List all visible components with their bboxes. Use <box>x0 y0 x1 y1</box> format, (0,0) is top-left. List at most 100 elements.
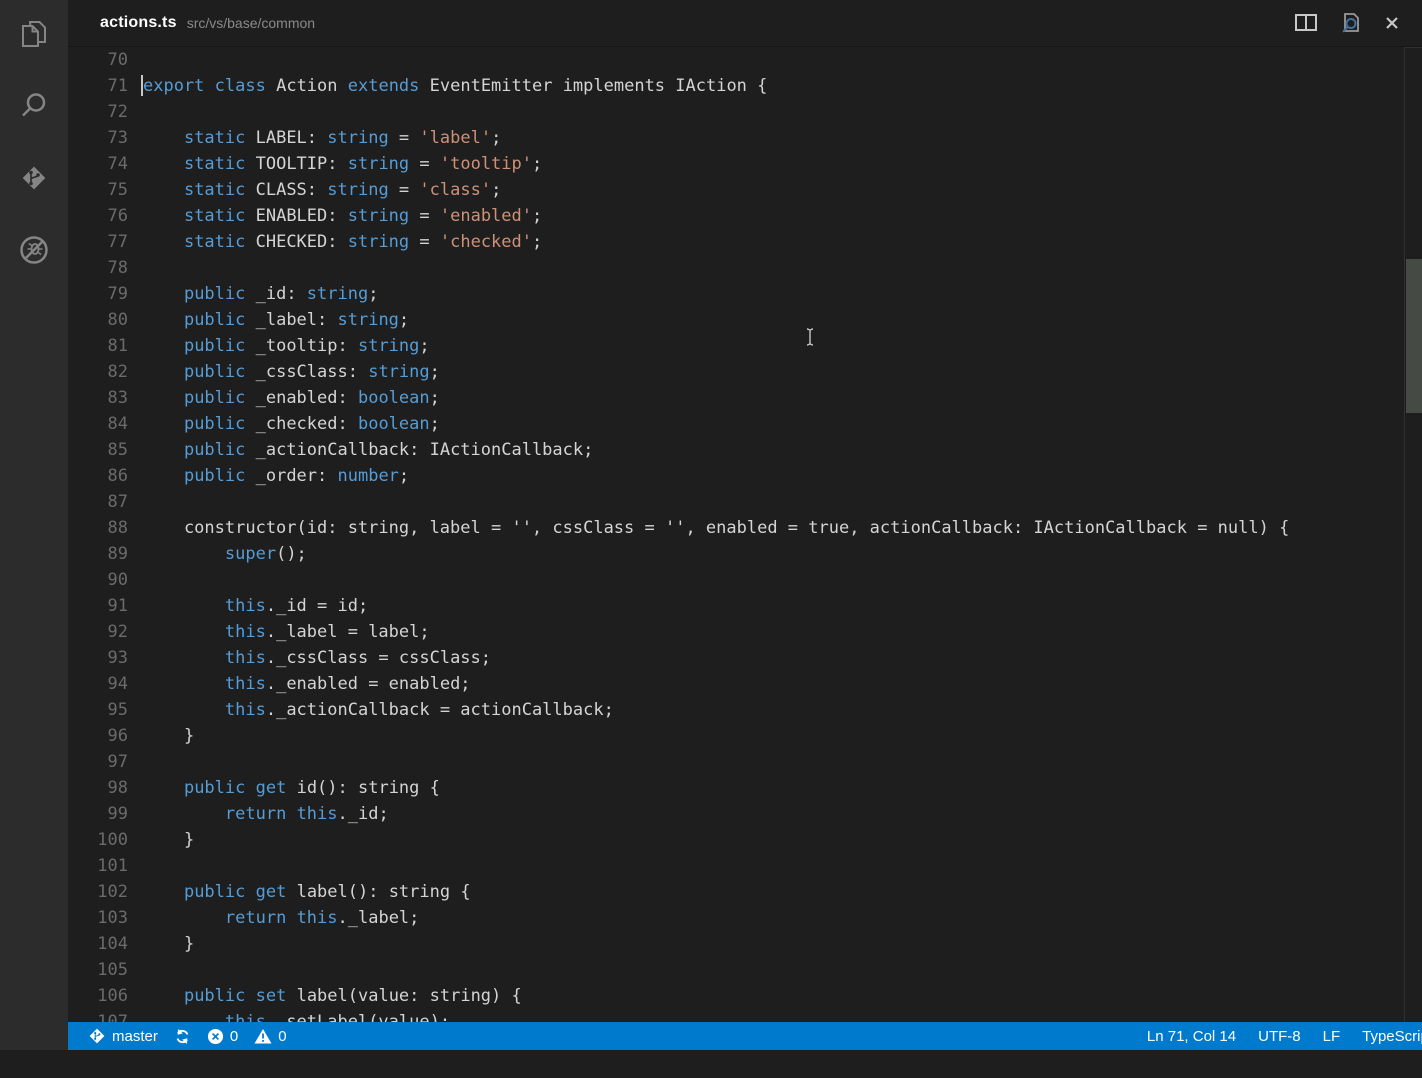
code-line[interactable]: 94 this._enabled = enabled; <box>68 671 1422 697</box>
git-icon <box>17 161 51 200</box>
line-number[interactable]: 79 <box>68 281 128 307</box>
errors-status[interactable]: 0 <box>207 1028 238 1045</box>
code-line[interactable]: 73 static LABEL: string = 'label'; <box>68 125 1422 151</box>
code-line[interactable]: 81 public _tooltip: string; <box>68 333 1422 359</box>
code-line[interactable]: 88 constructor(id: string, label = '', c… <box>68 515 1422 541</box>
line-number[interactable]: 77 <box>68 229 128 255</box>
code-line[interactable]: 79 public _id: string; <box>68 281 1422 307</box>
code-line[interactable]: 91 this._id = id; <box>68 593 1422 619</box>
code-line[interactable]: 74 static TOOLTIP: string = 'tooltip'; <box>68 151 1422 177</box>
close-icon[interactable] <box>1382 13 1402 33</box>
line-number[interactable]: 101 <box>68 853 128 879</box>
code-line[interactable]: 80 public _label: string; <box>68 307 1422 333</box>
line-number[interactable]: 82 <box>68 359 128 385</box>
open-preview-icon[interactable] <box>1338 11 1362 35</box>
code-line[interactable]: 96 } <box>68 723 1422 749</box>
code-line[interactable]: 78 <box>68 255 1422 281</box>
line-number[interactable]: 89 <box>68 541 128 567</box>
code-line[interactable]: 102 public get label(): string { <box>68 879 1422 905</box>
code-line[interactable]: 98 public get id(): string { <box>68 775 1422 801</box>
code-line[interactable]: 101 <box>68 853 1422 879</box>
line-number[interactable]: 78 <box>68 255 128 281</box>
code-line[interactable]: 99 return this._id; <box>68 801 1422 827</box>
line-number[interactable]: 80 <box>68 307 128 333</box>
warnings-status[interactable]: 0 <box>254 1028 286 1045</box>
line-content: return this._label; <box>143 905 419 931</box>
line-number[interactable]: 84 <box>68 411 128 437</box>
code-line[interactable]: 75 static CLASS: string = 'class'; <box>68 177 1422 203</box>
code-line[interactable]: 86 public _order: number; <box>68 463 1422 489</box>
eol-status[interactable]: LF <box>1323 1028 1341 1045</box>
line-number[interactable]: 96 <box>68 723 128 749</box>
scrollbar-thumb[interactable] <box>1406 259 1422 413</box>
activity-item-explorer[interactable] <box>0 0 68 72</box>
code-line[interactable]: 82 public _cssClass: string; <box>68 359 1422 385</box>
line-number[interactable]: 70 <box>68 47 128 73</box>
git-branch-status[interactable]: master <box>88 1027 158 1045</box>
line-number[interactable]: 85 <box>68 437 128 463</box>
code-line[interactable]: 72 <box>68 99 1422 125</box>
debug-icon <box>17 233 51 272</box>
code-line[interactable]: 106 public set label(value: string) { <box>68 983 1422 1009</box>
split-editor-icon[interactable] <box>1294 11 1318 35</box>
cursor-position-status[interactable]: Ln 71, Col 14 <box>1147 1028 1236 1045</box>
code-line[interactable]: 85 public _actionCallback: IActionCallba… <box>68 437 1422 463</box>
line-number[interactable]: 83 <box>68 385 128 411</box>
language-mode-status[interactable]: TypeScript <box>1362 1028 1422 1045</box>
code-line[interactable]: 103 return this._label; <box>68 905 1422 931</box>
activity-item-git[interactable] <box>0 144 68 216</box>
code-line[interactable]: 71export class Action extends EventEmitt… <box>68 73 1422 99</box>
line-number[interactable]: 74 <box>68 151 128 177</box>
line-number[interactable]: 94 <box>68 671 128 697</box>
line-content: public _id: string; <box>143 281 378 307</box>
code-line[interactable]: 104 } <box>68 931 1422 957</box>
code-line[interactable]: 83 public _enabled: boolean; <box>68 385 1422 411</box>
line-number[interactable]: 97 <box>68 749 128 775</box>
activity-item-search[interactable] <box>0 72 68 144</box>
code-line[interactable]: 105 <box>68 957 1422 983</box>
line-number[interactable]: 87 <box>68 489 128 515</box>
code-line[interactable]: 87 <box>68 489 1422 515</box>
code-line[interactable]: 84 public _checked: boolean; <box>68 411 1422 437</box>
line-number[interactable]: 90 <box>68 567 128 593</box>
code-line[interactable]: 70 <box>68 47 1422 73</box>
code-line[interactable]: 95 this._actionCallback = actionCallback… <box>68 697 1422 723</box>
activity-item-debug[interactable] <box>0 216 68 288</box>
line-number[interactable]: 106 <box>68 983 128 1009</box>
line-number[interactable]: 103 <box>68 905 128 931</box>
code-line[interactable]: 93 this._cssClass = cssClass; <box>68 645 1422 671</box>
line-content: static ENABLED: string = 'enabled'; <box>143 203 542 229</box>
line-number[interactable]: 100 <box>68 827 128 853</box>
line-number[interactable]: 92 <box>68 619 128 645</box>
line-number[interactable]: 105 <box>68 957 128 983</box>
line-number[interactable]: 73 <box>68 125 128 151</box>
line-number[interactable]: 91 <box>68 593 128 619</box>
line-number[interactable]: 98 <box>68 775 128 801</box>
line-number[interactable]: 99 <box>68 801 128 827</box>
line-number[interactable]: 71 <box>68 73 128 99</box>
line-content: public _label: string; <box>143 307 409 333</box>
line-number[interactable]: 104 <box>68 931 128 957</box>
code-line[interactable]: 100 } <box>68 827 1422 853</box>
line-number[interactable]: 86 <box>68 463 128 489</box>
code-line[interactable]: 97 <box>68 749 1422 775</box>
line-number[interactable]: 95 <box>68 697 128 723</box>
line-number[interactable]: 93 <box>68 645 128 671</box>
error-icon <box>207 1028 224 1045</box>
encoding-status[interactable]: UTF-8 <box>1258 1028 1301 1045</box>
code-line[interactable]: 92 this._label = label; <box>68 619 1422 645</box>
line-number[interactable]: 75 <box>68 177 128 203</box>
line-number[interactable]: 76 <box>68 203 128 229</box>
code-line[interactable]: 90 <box>68 567 1422 593</box>
line-number[interactable]: 102 <box>68 879 128 905</box>
sync-button[interactable] <box>174 1028 191 1045</box>
code-line[interactable]: 76 static ENABLED: string = 'enabled'; <box>68 203 1422 229</box>
line-number[interactable]: 81 <box>68 333 128 359</box>
line-number[interactable]: 88 <box>68 515 128 541</box>
line-number[interactable]: 72 <box>68 99 128 125</box>
code-editor[interactable]: 7071export class Action extends EventEmi… <box>68 47 1422 1050</box>
code-line[interactable]: 89 super(); <box>68 541 1422 567</box>
code-line[interactable]: 77 static CHECKED: string = 'checked'; <box>68 229 1422 255</box>
vertical-scrollbar[interactable] <box>1404 47 1422 1050</box>
line-content: public _order: number; <box>143 463 409 489</box>
